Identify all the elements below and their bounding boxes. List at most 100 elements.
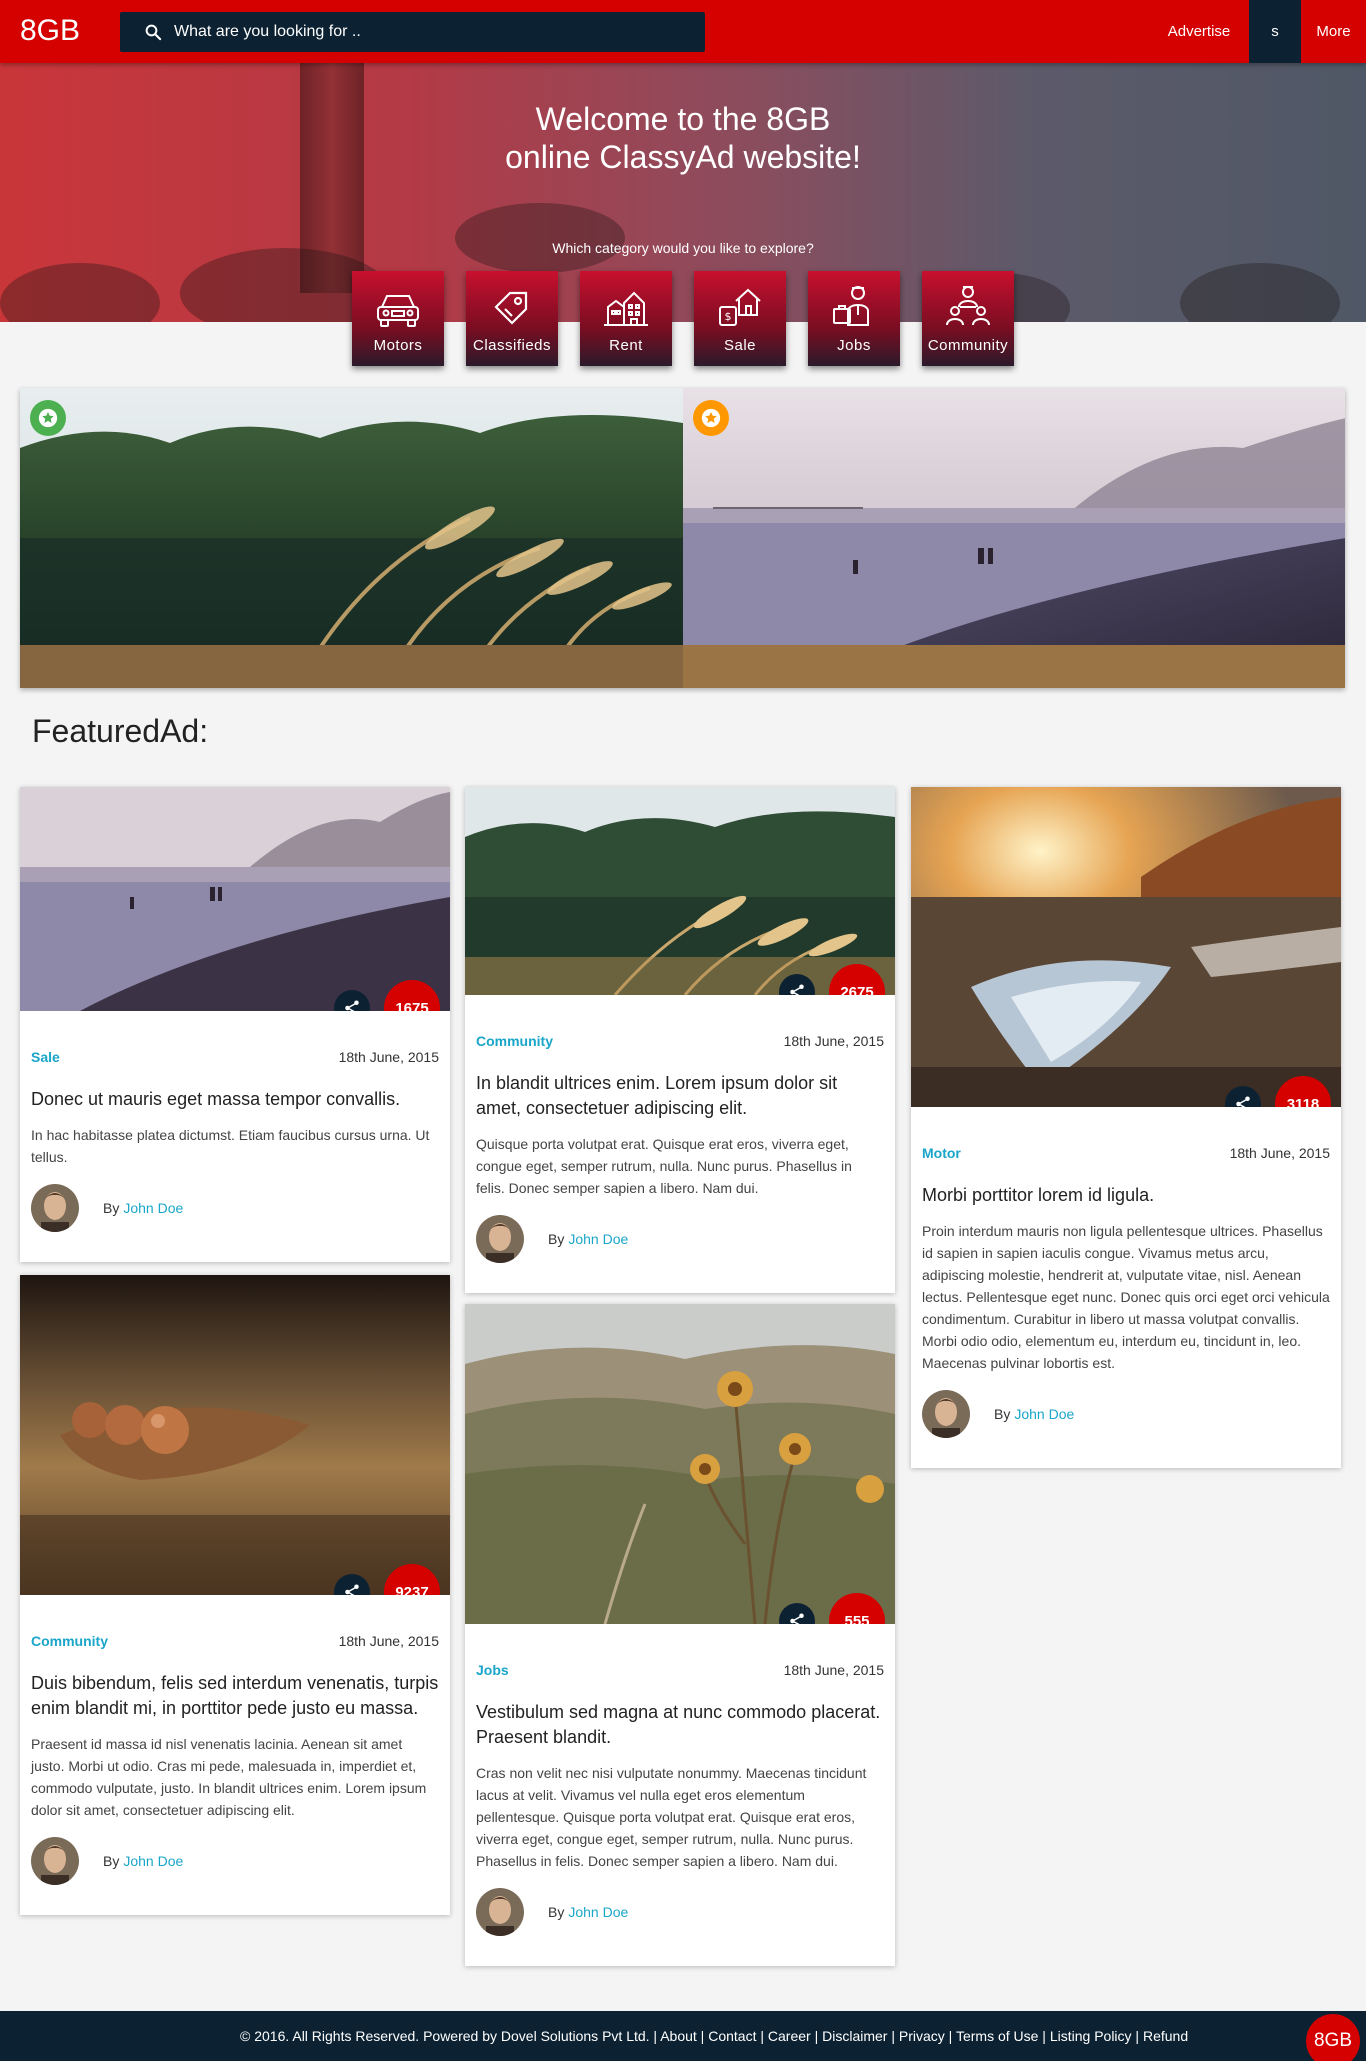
card-category[interactable]: Jobs [476, 1662, 509, 1678]
author-link[interactable]: John Doe [1014, 1406, 1074, 1422]
ad-card[interactable]: 555 Jobs 18th June, 2015 Vestibulum sed m… [465, 1304, 895, 1966]
ad-card[interactable]: 9237 Community 18th June, 2015 Duis biben… [20, 1275, 450, 1915]
share-icon [790, 984, 804, 995]
author-link[interactable]: John Doe [568, 1231, 628, 1247]
wheat-field-image [20, 388, 683, 688]
card-date: 18th June, 2015 [1229, 1145, 1330, 1161]
card-description: Quisque porta volutpat erat. Quisque era… [476, 1136, 852, 1196]
featured-section-title: FeaturedAd: [32, 713, 209, 749]
footer-text: © 2016. All Rights Reserved. Powered by … [240, 2028, 1189, 2044]
footer-link-terms[interactable]: Terms of Use [956, 2028, 1038, 2044]
star-icon [701, 408, 721, 428]
buildings-icon [604, 291, 648, 326]
ad-card[interactable]: 1675 Sale 18th June, 2015 Donec ut mauris… [20, 787, 450, 1262]
avatar[interactable] [476, 1888, 524, 1936]
category-rent-button[interactable]: Rent [580, 271, 672, 366]
avatar[interactable] [31, 1184, 79, 1232]
beach-image [20, 787, 450, 1011]
card-image[interactable]: 3118 [911, 787, 1341, 1107]
nav-more[interactable]: More [1301, 0, 1366, 63]
card-date: 18th June, 2015 [783, 1033, 884, 1049]
avatar[interactable] [476, 1215, 524, 1263]
card-image[interactable]: 2675 [465, 787, 895, 995]
search-bar[interactable]: What are you looking for .. [120, 12, 705, 52]
seeds-image [20, 1275, 450, 1595]
tag-icon [494, 291, 528, 325]
footer-link-refund[interactable]: Refund [1143, 2028, 1188, 2044]
avatar[interactable] [922, 1390, 970, 1438]
search-input[interactable]: What are you looking for .. [174, 23, 361, 41]
ad-card[interactable]: 2675 Community 18th June, 2015 In blandit… [465, 787, 895, 1293]
card-author: By John Doe [31, 1837, 439, 1915]
hero-title-line1: Welcome to the 8GB [535, 101, 831, 137]
hero-background-rock [1180, 263, 1340, 322]
car-icon [377, 295, 419, 327]
nav-s[interactable]: s [1249, 0, 1301, 63]
footer-link-about[interactable]: About [660, 2028, 697, 2044]
card-category[interactable]: Community [31, 1633, 108, 1649]
footer-link-disclaimer[interactable]: Disclaimer [822, 2028, 887, 2044]
footer-link-privacy[interactable]: Privacy [899, 2028, 945, 2044]
card-date: 18th June, 2015 [338, 1049, 439, 1065]
category-classifieds-button[interactable]: Classifieds [466, 271, 558, 366]
footer-logo-badge[interactable]: 8GB [1306, 2014, 1360, 2061]
card-title[interactable]: Donec ut mauris eget massa tempor conval… [31, 1087, 439, 1112]
featured-slider[interactable] [20, 388, 1345, 688]
wheat-field-image [465, 787, 895, 995]
thistle-valley-image [465, 1304, 895, 1624]
card-category[interactable]: Community [476, 1033, 553, 1049]
nav-advertise[interactable]: Advertise [1149, 0, 1249, 63]
slide-wheat-field[interactable] [20, 388, 683, 688]
card-description: In hac habitasse platea dictumst. Etiam … [31, 1127, 430, 1165]
card-title[interactable]: Duis bibendum, felis sed interdum venena… [31, 1671, 439, 1721]
author-link[interactable]: John Doe [123, 1200, 183, 1216]
card-author: By John Doe [476, 1215, 884, 1293]
star-icon [38, 408, 58, 428]
card-description: Praesent id massa id nisl venenatis laci… [31, 1736, 427, 1818]
card-date: 18th June, 2015 [338, 1633, 439, 1649]
card-image[interactable]: 555 [465, 1304, 895, 1624]
card-description: Proin interdum mauris non ligula pellent… [922, 1223, 1330, 1371]
people-icon [946, 286, 990, 326]
footer-company-link[interactable]: Dovel Solutions Pvt Ltd. [501, 2028, 650, 2044]
ad-card[interactable]: 3118 Motor 18th June, 2015 Morbi porttito… [911, 787, 1341, 1468]
category-community-button[interactable]: Community [922, 271, 1014, 366]
card-category[interactable]: Sale [31, 1049, 60, 1065]
author-link[interactable]: John Doe [123, 1853, 183, 1869]
footer-link-contact[interactable]: Contact [708, 2028, 756, 2044]
card-title[interactable]: Morbi porttitor lorem id ligula. [922, 1183, 1330, 1208]
category-jobs-button[interactable]: Jobs [808, 271, 900, 366]
by-label: By [103, 1853, 120, 1869]
featured-star-badge[interactable] [693, 400, 729, 436]
footer-link-listing-policy[interactable]: Listing Policy [1050, 2028, 1132, 2044]
house-sale-icon: $ [719, 288, 761, 326]
by-label: By [994, 1406, 1011, 1422]
sunset-road-image [911, 787, 1341, 1107]
category-sale-button[interactable]: $ Sale [694, 271, 786, 366]
by-label: By [103, 1200, 120, 1216]
card-author: By John Doe [476, 1888, 884, 1966]
card-category[interactable]: Motor [922, 1145, 961, 1161]
card-title[interactable]: In blandit ultrices enim. Lorem ipsum do… [476, 1071, 884, 1121]
svg-text:$: $ [725, 310, 732, 323]
by-label: By [548, 1231, 565, 1247]
author-link[interactable]: John Doe [568, 1904, 628, 1920]
by-label: By [548, 1904, 565, 1920]
card-date: 18th June, 2015 [783, 1662, 884, 1678]
beach-image [683, 388, 1345, 688]
slide-beach[interactable] [683, 388, 1345, 688]
card-image[interactable]: 9237 [20, 1275, 450, 1595]
footer-link-career[interactable]: Career [768, 2028, 811, 2044]
share-icon [1236, 1096, 1250, 1107]
avatar[interactable] [31, 1837, 79, 1885]
footer-copyright: © 2016. All Rights Reserved. Powered by [240, 2028, 498, 2044]
category-motors-button[interactable]: Motors [352, 271, 444, 366]
hero-title-line2: online ClassyAd website! [505, 139, 861, 175]
featured-star-badge[interactable] [30, 400, 66, 436]
card-title[interactable]: Vestibulum sed magna at nunc commodo pla… [476, 1700, 884, 1750]
card-image[interactable]: 1675 [20, 787, 450, 1011]
logo[interactable]: 8GB [20, 12, 80, 50]
card-description: Cras non velit nec nisi vulputate nonumm… [476, 1765, 867, 1869]
hero-background-rock [0, 263, 160, 322]
share-icon [345, 1584, 359, 1595]
